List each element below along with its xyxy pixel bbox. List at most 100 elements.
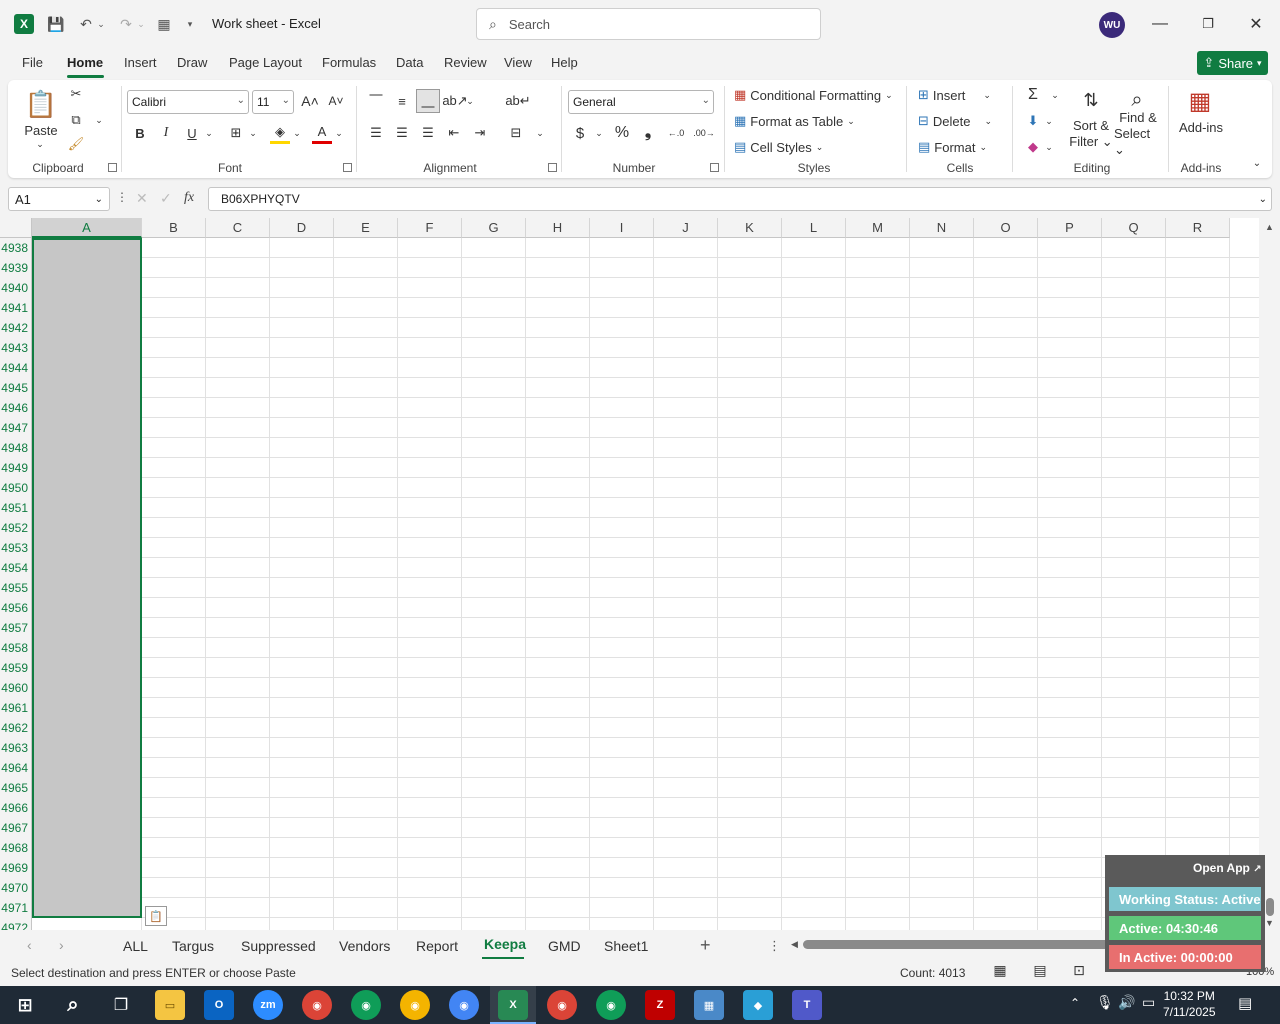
row-header[interactable]: 4963 <box>0 738 32 758</box>
expand-formula-icon[interactable]: ⌄ <box>1259 194 1267 205</box>
row-header[interactable]: 4938 <box>0 238 32 258</box>
undo-icon[interactable]: ↶ <box>76 10 96 38</box>
name-box[interactable]: A1 ⌄ <box>8 187 110 211</box>
notifications-icon[interactable]: ▤ <box>1238 994 1252 1012</box>
sheet-tab-keepa[interactable]: Keepa <box>484 936 526 952</box>
borders-dropdown-icon[interactable]: ⌄ <box>248 126 258 140</box>
column-header[interactable]: H <box>526 218 590 238</box>
align-bottom-icon[interactable]: ⎽ <box>416 89 440 113</box>
scroll-down-icon[interactable]: ▼ <box>1265 918 1274 928</box>
share-button[interactable]: ⇪ Share ▾ <box>1197 51 1268 75</box>
conditional-formatting-button[interactable]: ▦ Conditional Formatting ⌄ <box>734 84 893 106</box>
row-header[interactable]: 4969 <box>0 858 32 878</box>
page-layout-view-icon[interactable]: ▤ <box>1030 962 1050 982</box>
row-header[interactable]: 4945 <box>0 378 32 398</box>
addins-button[interactable]: Add-ins <box>1176 118 1226 136</box>
column-header[interactable]: L <box>782 218 846 238</box>
scroll-up-icon[interactable]: ▲ <box>1265 222 1274 232</box>
row-header[interactable]: 4954 <box>0 558 32 578</box>
column-header[interactable]: Q <box>1102 218 1166 238</box>
percent-button[interactable]: % <box>610 122 634 144</box>
cancel-entry-icon[interactable]: ✕ <box>136 190 148 207</box>
redo-icon[interactable]: ↷ <box>116 10 136 38</box>
vertical-scrollbar[interactable]: ▲ ▼ <box>1259 218 1280 930</box>
teams-icon[interactable]: T <box>792 990 822 1020</box>
tab-home[interactable]: Home <box>67 55 103 70</box>
zoom-icon[interactable]: zm <box>253 990 283 1020</box>
restore-icon[interactable]: ❐ <box>1185 10 1231 38</box>
network-icon[interactable]: ▭ <box>1142 994 1155 1011</box>
autosum-dropdown-icon[interactable]: ⌄ <box>1050 88 1060 102</box>
customize-qat-icon[interactable]: ▾ <box>184 10 196 38</box>
tab-draw[interactable]: Draw <box>177 55 207 70</box>
confirm-entry-icon[interactable]: ✓ <box>160 190 172 207</box>
worksheet-grid[interactable]: ABCDEFGHIJKLMNOPQR 4938 4939 4940 4941 4942 4… <box>0 218 1280 930</box>
row-header[interactable]: 4951 <box>0 498 32 518</box>
fill-icon[interactable]: ⬇ <box>1022 110 1044 132</box>
row-header[interactable]: 4942 <box>0 318 32 338</box>
tab-formulas[interactable]: Formulas <box>322 55 376 70</box>
find-select-button[interactable]: Find & Select ⌄ <box>1114 110 1162 157</box>
insert-function-button[interactable]: fx <box>184 190 194 206</box>
increase-font-icon[interactable]: A˄ <box>300 90 320 112</box>
column-header[interactable]: G <box>462 218 526 238</box>
borders-icon[interactable]: ⊞ <box>226 122 246 144</box>
taskbar-search-icon[interactable]: ⌕ <box>58 990 88 1020</box>
increase-indent-icon[interactable]: ⇥ <box>469 122 491 144</box>
volume-icon[interactable]: 🔊 <box>1118 994 1135 1011</box>
column-header[interactable]: K <box>718 218 782 238</box>
row-header[interactable]: 4956 <box>0 598 32 618</box>
row-header[interactable]: 4953 <box>0 538 32 558</box>
orientation-dropdown-icon[interactable]: ⌄ <box>465 94 475 108</box>
paste-options-icon[interactable]: 📋 <box>145 906 167 926</box>
font-launcher-icon[interactable] <box>343 163 352 172</box>
decrease-font-icon[interactable]: A˅ <box>326 90 346 112</box>
vertical-scroll-thumb[interactable] <box>1266 898 1274 916</box>
font-color-dropdown-icon[interactable]: ⌄ <box>334 126 344 140</box>
close-icon[interactable]: ✕ <box>1233 10 1279 38</box>
taskbar-clock[interactable]: 10:32 PM 7/11/2025 <box>1163 988 1216 1020</box>
bold-button[interactable]: B <box>130 122 150 144</box>
file-explorer-icon[interactable]: ▭ <box>155 990 185 1020</box>
column-a-selection[interactable] <box>32 238 142 918</box>
number-launcher-icon[interactable] <box>710 163 719 172</box>
collapse-ribbon-icon[interactable]: ⌄ <box>1250 156 1264 170</box>
chrome-profile-3-icon[interactable]: ◉ <box>400 990 430 1020</box>
fill-dropdown-icon[interactable]: ⌄ <box>1044 114 1054 128</box>
fill-color-dropdown-icon[interactable]: ⌄ <box>292 126 302 140</box>
row-header[interactable]: 4948 <box>0 438 32 458</box>
windows-start-icon[interactable]: ⊞ <box>10 990 40 1020</box>
tab-view[interactable]: View <box>504 55 532 70</box>
alignment-launcher-icon[interactable] <box>548 163 557 172</box>
row-header[interactable]: 4971 <box>0 898 32 918</box>
app-diamond-icon[interactable]: ◆ <box>743 990 773 1020</box>
format-cells-button[interactable]: ▤ Format ⌄ <box>918 136 987 158</box>
tab-help[interactable]: Help <box>551 55 578 70</box>
paste-icon[interactable]: 📋 <box>25 86 57 122</box>
font-size-select[interactable]: 11 ⌄ <box>252 90 294 114</box>
save-icon[interactable]: 💾 <box>46 10 66 38</box>
paste-button[interactable]: Paste <box>22 122 60 138</box>
format-as-table-button[interactable]: ▦ Format as Table ⌄ <box>734 110 855 132</box>
sheet-tab-gmd[interactable]: GMD <box>548 938 581 954</box>
tab-review[interactable]: Review <box>444 55 487 70</box>
clipboard-launcher-icon[interactable] <box>108 163 117 172</box>
add-sheet-icon[interactable]: + <box>700 935 711 956</box>
sheet-tab-report[interactable]: Report <box>416 938 458 954</box>
row-header[interactable]: 4972 <box>0 918 32 930</box>
format-painter-icon[interactable]: 🖌 <box>66 134 86 154</box>
more-sheets-icon[interactable]: ⋮ <box>768 938 781 954</box>
sheet-tab-targus[interactable]: Targus <box>172 938 214 954</box>
delete-cells-button[interactable]: ⊟ Delete ⌄ <box>918 110 992 132</box>
cut-icon[interactable]: ✂ <box>66 84 86 104</box>
chrome-profile-5-icon[interactable]: ◉ <box>547 990 577 1020</box>
row-header[interactable]: 4940 <box>0 278 32 298</box>
align-left-icon[interactable]: ☰ <box>365 122 387 144</box>
avatar[interactable]: WU <box>1099 12 1125 38</box>
clear-dropdown-icon[interactable]: ⌄ <box>1044 140 1054 154</box>
underline-dropdown-icon[interactable]: ⌄ <box>204 126 214 140</box>
wrap-text-icon[interactable]: ab↵ <box>505 90 530 112</box>
page-break-view-icon[interactable]: ⊡ <box>1069 962 1089 982</box>
search-box[interactable]: ⌕ Search <box>476 8 821 40</box>
row-header[interactable]: 4941 <box>0 298 32 318</box>
